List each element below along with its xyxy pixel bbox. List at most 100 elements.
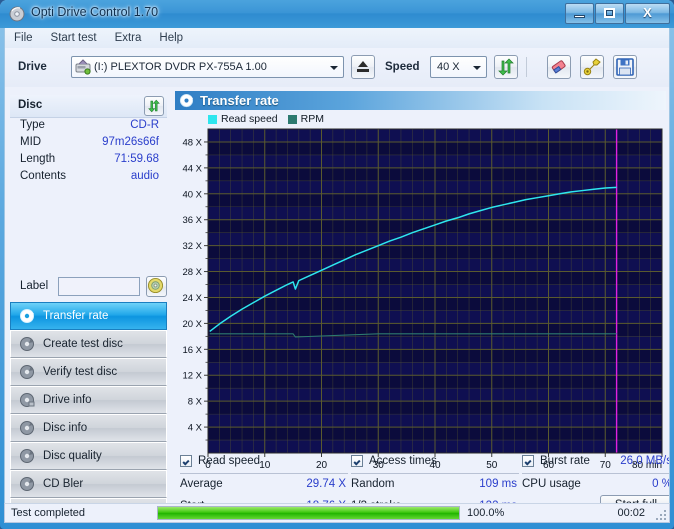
refresh-button[interactable] [494, 55, 518, 79]
disc-icon [147, 277, 164, 294]
right-panel: Transfer rate Read speed RPM 4 X 8 X 12 X 1… [172, 87, 669, 503]
svg-text:40 X: 40 X [182, 189, 202, 200]
sidebar-item-cd-bler[interactable]: CD Bler [10, 470, 167, 498]
svg-text:28 X: 28 X [182, 267, 202, 278]
svg-text:16 X: 16 X [182, 345, 202, 356]
left-panel: Disc Type CD-R MID 97m26s66f Length 71:5… [5, 87, 172, 503]
erase-button[interactable] [547, 55, 571, 79]
speed-select[interactable]: 40 X [430, 56, 487, 78]
disc-label-input[interactable] [58, 277, 140, 296]
disc-icon [179, 93, 194, 108]
disc-key: Length [20, 153, 56, 165]
svg-text:36 X: 36 X [182, 215, 202, 226]
burst-rate-stats: Burst rate 26.0 MB/s CPU usage 0 % Start… [522, 453, 670, 503]
stat-key: Random [351, 478, 395, 490]
disc-icon [19, 308, 35, 324]
svg-text:4 X: 4 X [188, 423, 203, 434]
read-speed-checkbox[interactable] [180, 455, 192, 467]
sidebar-item-label: CD Bler [43, 478, 84, 490]
disc-row-contents: Contents audio [10, 169, 167, 186]
disc-label-row: Label [10, 275, 167, 299]
tools-icon [583, 58, 601, 76]
eject-button[interactable] [351, 55, 375, 79]
menu-item-help[interactable]: Help [150, 30, 192, 46]
save-button[interactable] [613, 55, 637, 79]
burst-rate-header-label: Burst rate [540, 455, 590, 467]
sidebar-item-label: Verify test disc [43, 366, 118, 378]
tools-button[interactable] [580, 55, 604, 79]
refresh-icon [148, 99, 160, 113]
status-bar: Test completed 100.0% 00:02 [4, 503, 670, 523]
disc-section-header: Disc [10, 95, 167, 118]
disc-key: Type [20, 119, 45, 131]
chevron-down-icon [330, 66, 338, 70]
disc-label-button[interactable] [146, 276, 167, 297]
minimize-icon [574, 15, 585, 18]
sidebar-item-drive-info[interactable]: Drive info [10, 386, 167, 414]
disc-row-mid: MID 97m26s66f [10, 135, 167, 152]
disc-icon [19, 364, 35, 380]
sidebar-item-disc-quality[interactable]: Disc quality [10, 442, 167, 470]
menu-bar: File Start test Extra Help [4, 28, 670, 48]
disc-key: Contents [20, 170, 67, 182]
stat-row-random: Random 109 ms [351, 474, 519, 496]
sidebar-item-verify-test-disc[interactable]: Verify test disc [10, 358, 167, 386]
sidebar-item-label: Disc info [43, 422, 88, 434]
sidebar-item-disc-info[interactable]: Disc info [10, 414, 167, 442]
panel-title-bar: Transfer rate [175, 91, 666, 110]
read-speed-stats: Read speed Average 29.74 X Start 18.76 X… [180, 453, 348, 503]
stat-key: CPU usage [522, 478, 581, 490]
speed-label: Speed [385, 61, 420, 73]
svg-text:24 X: 24 X [182, 293, 202, 304]
svg-text:20 X: 20 X [182, 319, 202, 330]
disc-value: 71:59.68 [114, 153, 159, 165]
legend-swatch-rpm [287, 114, 297, 124]
menu-item-start-test[interactable]: Start test [42, 30, 106, 46]
access-times-checkbox[interactable] [351, 455, 363, 467]
progress-bar [157, 506, 460, 520]
maximize-button[interactable] [595, 3, 624, 24]
disc-icon [19, 448, 35, 464]
sidebar-item-transfer-rate[interactable]: Transfer rate [10, 302, 167, 330]
resize-grip[interactable] [654, 508, 666, 520]
stat-row-cpu-usage: CPU usage 0 % [522, 474, 669, 496]
access-times-header-label: Access times [369, 455, 437, 467]
access-times-header: Access times [351, 453, 519, 474]
disc-row-length: Length 71:59.68 [10, 152, 167, 169]
close-button[interactable]: X [625, 3, 670, 24]
stat-value: 0 % [652, 478, 669, 490]
title-bar: Opti Drive Control 1.70 X [0, 0, 674, 28]
minimize-button[interactable] [565, 3, 594, 24]
disc-key: MID [20, 136, 42, 148]
burst-rate-checkbox[interactable] [522, 455, 534, 467]
stat-row-start: Start 18.76 X [180, 496, 348, 503]
disc-icon [19, 420, 35, 436]
burst-rate-value: 26.0 MB/s [620, 455, 670, 467]
legend-label-rpm: RPM [300, 113, 324, 125]
disc-refresh-button[interactable] [144, 96, 164, 116]
sidebar-tabs: Transfer rate Create test disc Verify te… [10, 302, 167, 503]
toolbar-separator [526, 57, 527, 77]
progress-percent: 100.0% [467, 507, 505, 519]
svg-text:48 X: 48 X [182, 137, 202, 148]
elapsed-time: 00:02 [617, 507, 645, 519]
eject-icon [358, 61, 368, 67]
drive-select[interactable]: (I:) PLEXTOR DVDR PX-755A 1.00 [71, 56, 344, 78]
app-icon [9, 6, 25, 22]
status-text: Test completed [11, 507, 85, 519]
speed-value: 40 X [437, 61, 460, 73]
stat-row-average: Average 29.74 X [180, 474, 348, 496]
svg-text:8 X: 8 X [188, 397, 203, 408]
menu-item-file[interactable]: File [5, 30, 42, 46]
disc-value: CD-R [130, 119, 159, 131]
legend-swatch-read-speed [208, 114, 217, 124]
window-controls: X [564, 3, 670, 24]
sidebar-item-create-test-disc[interactable]: Create test disc [10, 330, 167, 358]
read-speed-header-label: Read speed [198, 455, 261, 467]
disc-icon [19, 336, 35, 352]
drive-icon [75, 59, 91, 75]
progress-fill [158, 507, 459, 519]
menu-item-extra[interactable]: Extra [106, 30, 151, 46]
start-full-button[interactable]: Start full [600, 495, 669, 503]
maximize-icon [604, 8, 615, 18]
